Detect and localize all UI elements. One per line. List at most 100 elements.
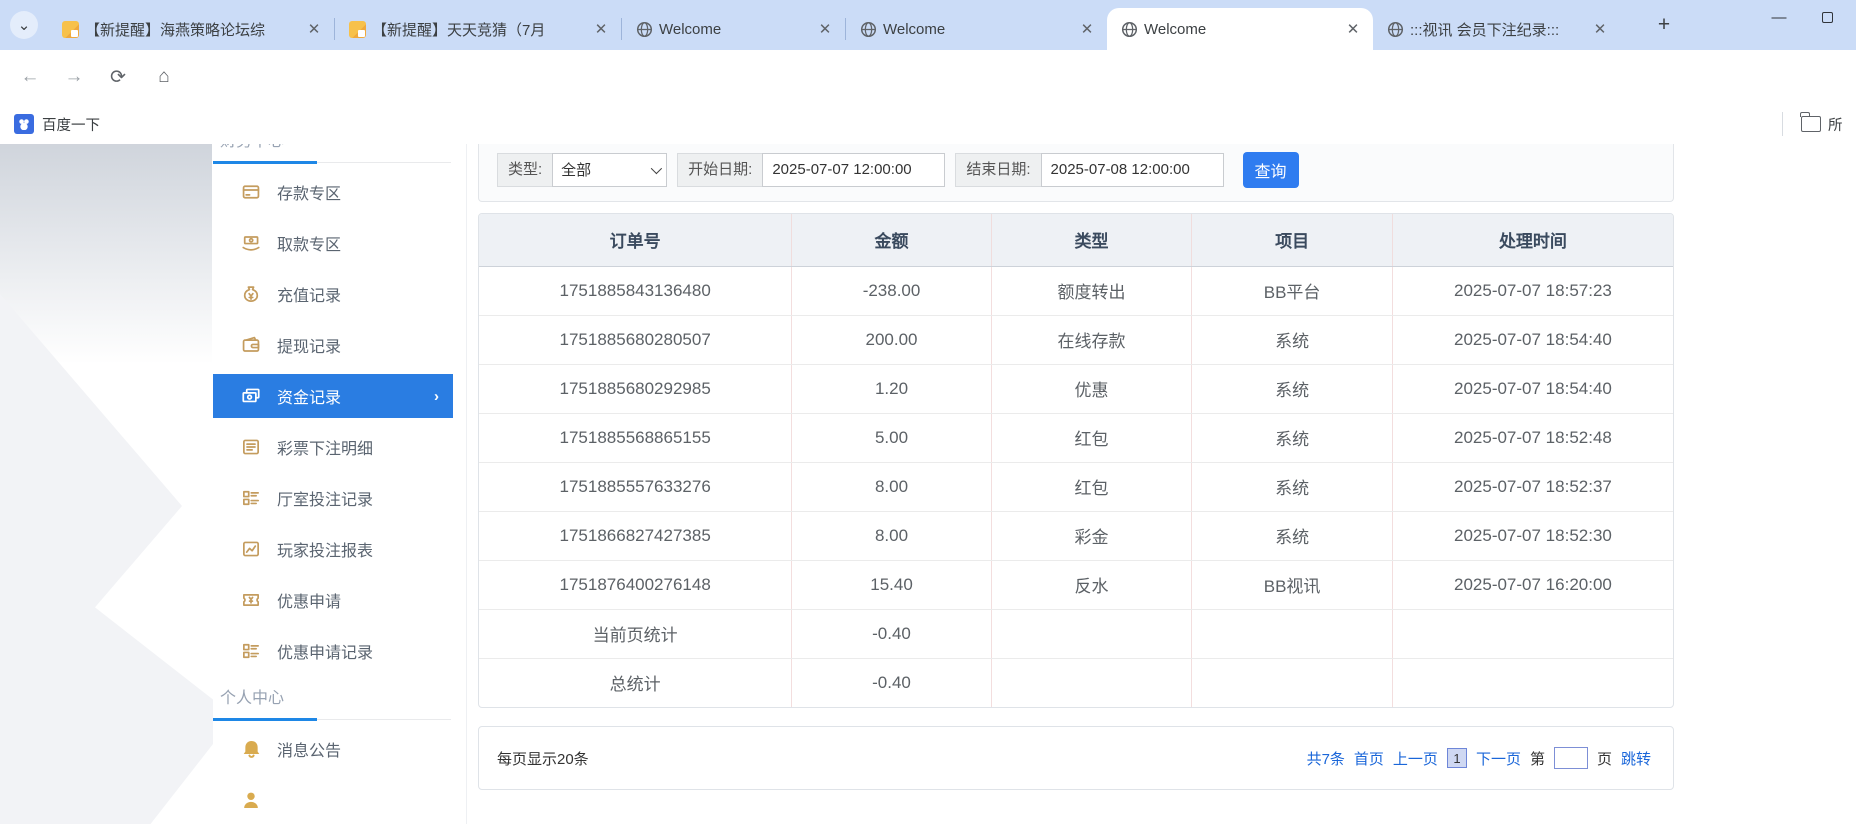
jump-prefix-label: 第	[1530, 748, 1545, 769]
table-cell: 总统计	[479, 658, 792, 707]
all-bookmarks[interactable]: 所	[1782, 112, 1843, 136]
tab-close-icon[interactable]: ✕	[815, 19, 835, 39]
forward-icon[interactable]: →	[60, 63, 88, 91]
sidebar-item-存款专区[interactable]: 存款专区	[213, 170, 466, 214]
personal-menu: 消息公告	[213, 727, 466, 822]
prev-page-link[interactable]: 上一页	[1393, 748, 1438, 769]
tab-search-chevron-icon[interactable]: ⌄	[10, 11, 38, 39]
start-date-input[interactable]	[762, 153, 945, 187]
home-icon[interactable]: ⌂	[150, 63, 178, 91]
back-icon[interactable]: ←	[16, 63, 44, 91]
total-count: 共7条	[1307, 748, 1345, 769]
browser-tab[interactable]: :::视讯 会员下注纪录:::✕	[1373, 8, 1620, 50]
browser-toolbar: ← → ⟳ ⌂ js13.cc/hhcp/usercenter.html?ini…	[0, 50, 1856, 104]
window-minimize-button[interactable]: —	[1756, 0, 1802, 34]
table-cell: 8.00	[792, 462, 991, 511]
type-select[interactable]: 全部	[552, 153, 667, 187]
tab-close-icon[interactable]: ✕	[591, 19, 611, 39]
sidebar-item-玩家投注报表[interactable]: 玩家投注报表	[213, 527, 466, 571]
browser-tab[interactable]: Welcome✕	[622, 8, 845, 50]
end-date-input[interactable]	[1041, 153, 1224, 187]
table-cell: 1751885568865155	[479, 413, 792, 462]
sidebar-item-优惠申请记录[interactable]: 优惠申请记录	[213, 629, 466, 673]
window-maximize-button[interactable]	[1804, 0, 1850, 34]
table-row: 175187640027614815.40反水BB视讯2025-07-07 16…	[479, 560, 1673, 609]
end-date-label: 结束日期:	[955, 153, 1040, 187]
section-underline	[213, 162, 451, 163]
chevron-right-icon: ›	[434, 388, 439, 405]
folder-icon	[1801, 116, 1821, 132]
browser-tab[interactable]: 【新提醒】海燕策略论坛综✕	[48, 8, 334, 50]
next-page-link[interactable]: 下一页	[1476, 748, 1521, 769]
sidebar-item-取款专区[interactable]: 取款专区	[213, 221, 466, 265]
table-cell: 系统	[1192, 413, 1393, 462]
table-cell: 1751885557633276	[479, 462, 792, 511]
baidu-favicon	[14, 114, 34, 134]
first-page-link[interactable]: 首页	[1354, 748, 1384, 769]
tab-close-icon[interactable]: ✕	[304, 19, 324, 39]
webpage-content: 财务中心 存款专区取款专区充值记录提现记录资金记录› 彩票下注明细厅室投注记录玩家…	[0, 144, 1856, 824]
sidebar-item-充值记录[interactable]: 充值记录	[213, 272, 466, 316]
table-cell: 2025-07-07 18:52:30	[1392, 511, 1673, 560]
tabs-container: 【新提醒】海燕策略论坛综✕【新提醒】天天竞猜（7月✕Welcome✕Welcom…	[48, 8, 1620, 50]
table-cell: 1751885843136480	[479, 266, 792, 315]
sidebar-item-label: 提现记录	[277, 333, 341, 357]
sidebar-item-优惠申请[interactable]: 优惠申请	[213, 578, 466, 622]
tab-close-icon[interactable]: ✕	[1590, 19, 1610, 39]
table-cell: 1751866827427385	[479, 511, 792, 560]
table-row: 1751885843136480-238.00额度转出BB平台2025-07-0…	[479, 266, 1673, 315]
lottery-detail-icon	[240, 436, 262, 458]
tab-close-icon[interactable]: ✕	[1343, 19, 1363, 39]
sidebar-section-finance: 财务中心	[213, 144, 466, 152]
sidebar-item-资金记录[interactable]: 资金记录›	[213, 374, 453, 418]
browser-tab[interactable]: Welcome ✕	[1107, 8, 1373, 50]
page-jump-input[interactable]	[1554, 747, 1588, 769]
table-cell: 2025-07-07 18:54:40	[1392, 364, 1673, 413]
table-cell: 系统	[1192, 364, 1393, 413]
sidebar-item-厅室投注记录[interactable]: 厅室投注记录	[213, 476, 466, 520]
table-cell	[1392, 609, 1673, 658]
sidebar-item-彩票下注明细[interactable]: 彩票下注明细	[213, 425, 466, 469]
table-cell: 2025-07-07 18:52:48	[1392, 413, 1673, 462]
globe-icon	[860, 21, 877, 38]
table-cell: -0.40	[792, 609, 991, 658]
jump-button[interactable]: 跳转	[1621, 748, 1651, 769]
browser-tab[interactable]: 【新提醒】天天竞猜（7月✕	[335, 8, 621, 50]
table-cell: 反水	[991, 560, 1192, 609]
search-button[interactable]: 查询	[1243, 152, 1299, 188]
table-header-row: 订单号金额类型项目处理时间	[479, 214, 1673, 266]
column-header: 订单号	[479, 214, 792, 266]
tab-title: Welcome	[1144, 21, 1337, 38]
maximize-icon	[1822, 12, 1833, 23]
table-cell: BB平台	[1192, 266, 1393, 315]
sidebar-item-label: 优惠申请	[277, 588, 341, 612]
current-page-badge[interactable]: 1	[1447, 748, 1467, 768]
table-cell: 8.00	[792, 511, 991, 560]
table-cell: 5.00	[792, 413, 991, 462]
funds-record-table: 订单号金额类型项目处理时间 1751885843136480-238.00额度转…	[479, 214, 1673, 707]
table-cell: 2025-07-07 18:52:37	[1392, 462, 1673, 511]
tab-close-icon[interactable]: ✕	[1077, 19, 1097, 39]
promo-record-icon	[240, 640, 262, 662]
table-cell: 系统	[1192, 462, 1393, 511]
filter-panel: 类型: 全部 开始日期: 结束日期: 查询	[478, 144, 1674, 202]
table-cell: 15.40	[792, 560, 991, 609]
sidebar-item-hidden[interactable]	[213, 778, 466, 822]
table-cell: 2025-07-07 16:20:00	[1392, 560, 1673, 609]
table-cell: 当前页统计	[479, 609, 792, 658]
sidebar-item-提现记录[interactable]: 提现记录	[213, 323, 466, 367]
table-cell: 红包	[991, 462, 1192, 511]
sidebar-item-消息公告[interactable]: 消息公告	[213, 727, 466, 771]
globe-icon	[636, 21, 653, 38]
hall-bet-record-icon	[240, 487, 262, 509]
table-cell	[1192, 609, 1393, 658]
finance-menu: 存款专区取款专区充值记录提现记录资金记录›彩票下注明细厅室投注记录玩家投注报表优…	[213, 170, 466, 673]
table-cell: 系统	[1192, 511, 1393, 560]
new-tab-button[interactable]: +	[1652, 13, 1676, 37]
browser-tab[interactable]: Welcome✕	[846, 8, 1107, 50]
table-row: 17518856802929851.20优惠系统2025-07-07 18:54…	[479, 364, 1673, 413]
table-cell: 额度转出	[991, 266, 1192, 315]
reload-icon[interactable]: ⟳	[104, 63, 132, 91]
bookmark-baidu[interactable]: 百度一下	[14, 111, 100, 137]
type-select-value: 全部	[561, 159, 591, 180]
